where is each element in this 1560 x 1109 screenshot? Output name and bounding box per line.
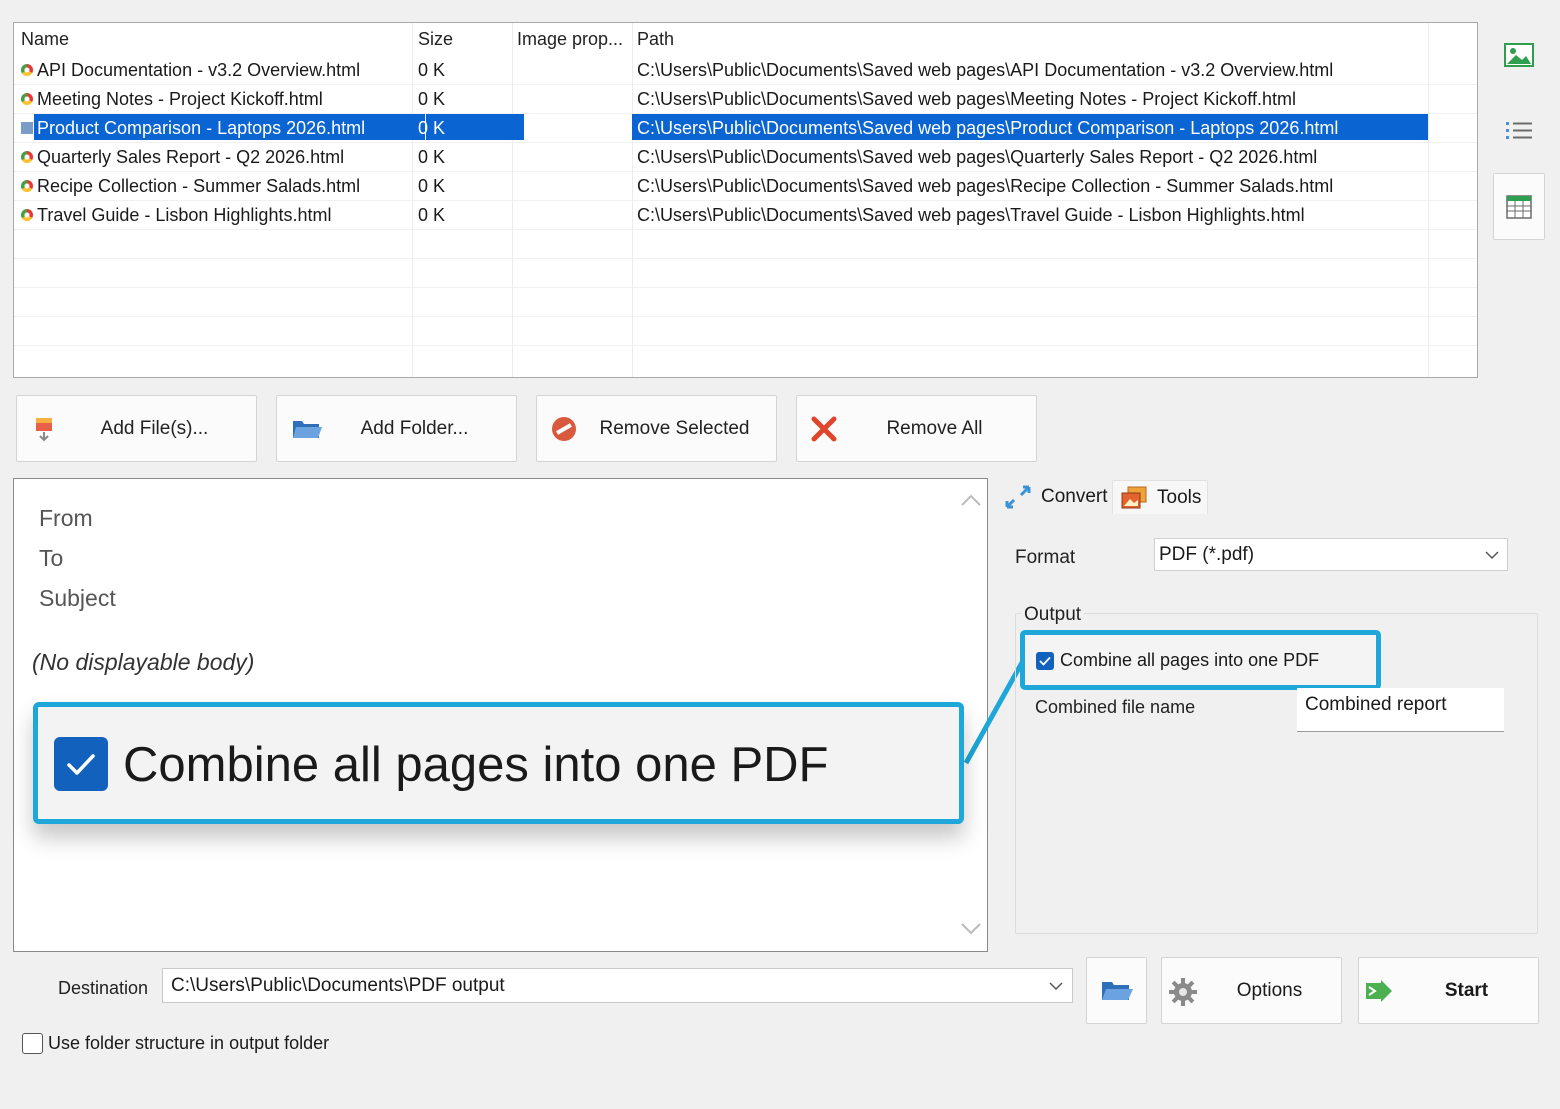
chevron-down-icon	[1049, 982, 1063, 991]
html-file-icon	[21, 209, 33, 221]
image-view-button[interactable]	[1493, 22, 1545, 88]
destination-input[interactable]: C:\Users\Public\Documents\PDF output	[162, 968, 1073, 1003]
no-entry-icon	[552, 417, 576, 441]
file-name: Quarterly Sales Report - Q2 2026.html	[37, 147, 345, 167]
folder-structure-checkbox[interactable]	[22, 1033, 43, 1054]
table-view-icon	[1506, 194, 1532, 219]
tab-tools-label: Tools	[1157, 486, 1202, 508]
start-label: Start	[1444, 979, 1489, 1001]
folder-open-icon	[293, 421, 322, 438]
html-file-icon	[21, 180, 33, 192]
options-button[interactable]: Options	[1161, 957, 1342, 1024]
folder-structure-checkbox-row[interactable]: Use folder structure in output folder	[22, 1033, 329, 1054]
format-dropdown[interactable]: PDF (*.pdf)	[1154, 538, 1508, 571]
file-name: API Documentation - v3.2 Overview.html	[37, 60, 361, 80]
image-view-icon	[1504, 43, 1534, 67]
tab-convert[interactable]: Convert	[1004, 480, 1108, 514]
empty-row	[14, 259, 1477, 288]
no-body-text: (No displayable body)	[32, 649, 255, 675]
file-name: Travel Guide - Lisbon Highlights.html	[37, 205, 332, 225]
table-row[interactable]: API Documentation - v3.2 Overview.html 0…	[14, 56, 1477, 85]
convert-arrows-icon	[1005, 485, 1031, 509]
column-header-path[interactable]: Path	[637, 29, 674, 50]
format-value: PDF (*.pdf)	[1159, 544, 1255, 565]
combined-name-input[interactable]: Combined report	[1297, 688, 1504, 732]
from-label: From	[39, 505, 93, 531]
checkmark-icon	[67, 754, 95, 775]
add-files-button[interactable]: Add File(s)...	[16, 395, 257, 462]
file-size: 0 K	[418, 205, 446, 225]
html-file-icon	[21, 64, 33, 76]
start-button[interactable]: Start	[1358, 957, 1539, 1024]
scroll-up-icon[interactable]	[960, 493, 982, 507]
red-x-icon	[811, 416, 837, 442]
file-path: C:\Users\Public\Documents\Saved web page…	[637, 147, 1318, 167]
scroll-down-icon[interactable]	[960, 922, 982, 936]
add-folder-button[interactable]: Add Folder...	[276, 395, 517, 462]
table-row[interactable]: Quarterly Sales Report - Q2 2026.html 0 …	[14, 143, 1477, 172]
file-size: 0 K	[418, 118, 446, 138]
html-file-icon	[21, 93, 33, 105]
folder-open-icon	[1101, 981, 1133, 1000]
subject-label: Subject	[39, 585, 116, 611]
html-file-icon	[21, 122, 33, 134]
table-row-selected[interactable]: Product Comparison - Laptops 2026.html 0…	[14, 114, 1477, 143]
empty-row	[14, 288, 1477, 317]
gear-icon	[1169, 978, 1197, 1006]
table-view-button[interactable]	[1493, 173, 1545, 240]
column-header-image[interactable]: Image prop...	[517, 29, 623, 50]
options-label: Options	[1236, 979, 1303, 1001]
tab-tools[interactable]: Tools	[1112, 480, 1209, 514]
tab-convert-label: Convert	[1041, 486, 1108, 507]
file-path: C:\Users\Public\Documents\Saved web page…	[637, 89, 1296, 109]
chevron-down-icon	[1485, 551, 1499, 560]
column-header-name[interactable]: Name	[21, 29, 69, 50]
folder-structure-label: Use folder structure in output folder	[48, 1033, 330, 1053]
combine-checkbox-row[interactable]: Combine all pages into one PDF	[1036, 650, 1319, 671]
to-label: To	[39, 545, 64, 571]
empty-row	[14, 230, 1477, 259]
file-name: Recipe Collection - Summer Salads.html	[37, 176, 361, 196]
table-row[interactable]: Travel Guide - Lisbon Highlights.html 0 …	[14, 201, 1477, 230]
file-path: C:\Users\Public\Documents\Saved web page…	[637, 60, 1334, 80]
file-size: 0 K	[418, 60, 446, 80]
large-checkbox-checked	[54, 737, 108, 791]
empty-row	[14, 317, 1477, 346]
callout-label: Combine all pages into one PDF	[123, 738, 829, 792]
combine-label: Combine all pages into one PDF	[1060, 650, 1320, 670]
table-row[interactable]: Meeting Notes - Project Kickoff.html 0 K…	[14, 85, 1477, 114]
file-list[interactable]: Name Size Image prop... Path API Documen…	[13, 22, 1478, 378]
format-label: Format	[1015, 547, 1076, 568]
tools-images-icon	[1121, 486, 1147, 508]
file-name: Meeting Notes - Project Kickoff.html	[37, 89, 323, 109]
checkmark-icon	[1039, 656, 1051, 666]
file-size: 0 K	[418, 176, 446, 196]
list-view-icon	[1506, 122, 1532, 139]
file-path: C:\Users\Public\Documents\Saved web page…	[637, 205, 1305, 225]
zoom-callout: Combine all pages into one PDF	[33, 702, 964, 824]
file-size: 0 K	[418, 147, 446, 167]
file-path: C:\Users\Public\Documents\Saved web page…	[637, 118, 1339, 138]
start-arrow-icon	[1366, 980, 1392, 1002]
remove-all-button[interactable]: Remove All	[796, 395, 1037, 462]
remove-selected-button[interactable]: Remove Selected	[536, 395, 777, 462]
combined-name-label: Combined file name	[1035, 697, 1196, 717]
add-file-icon	[36, 418, 52, 442]
output-group-label: Output	[1021, 604, 1085, 626]
html-file-icon	[21, 151, 33, 163]
browse-destination-button[interactable]	[1086, 957, 1147, 1024]
destination-value: C:\Users\Public\Documents\PDF output	[171, 975, 505, 996]
destination-label: Destination	[58, 978, 149, 998]
file-name: Product Comparison - Laptops 2026.html	[37, 118, 366, 138]
list-view-button[interactable]	[1493, 98, 1545, 164]
column-header-size[interactable]: Size	[418, 29, 453, 50]
table-row[interactable]: Recipe Collection - Summer Salads.html 0…	[14, 172, 1477, 201]
file-path: C:\Users\Public\Documents\Saved web page…	[637, 176, 1334, 196]
combine-checkbox[interactable]	[1036, 651, 1054, 670]
file-size: 0 K	[418, 89, 446, 109]
